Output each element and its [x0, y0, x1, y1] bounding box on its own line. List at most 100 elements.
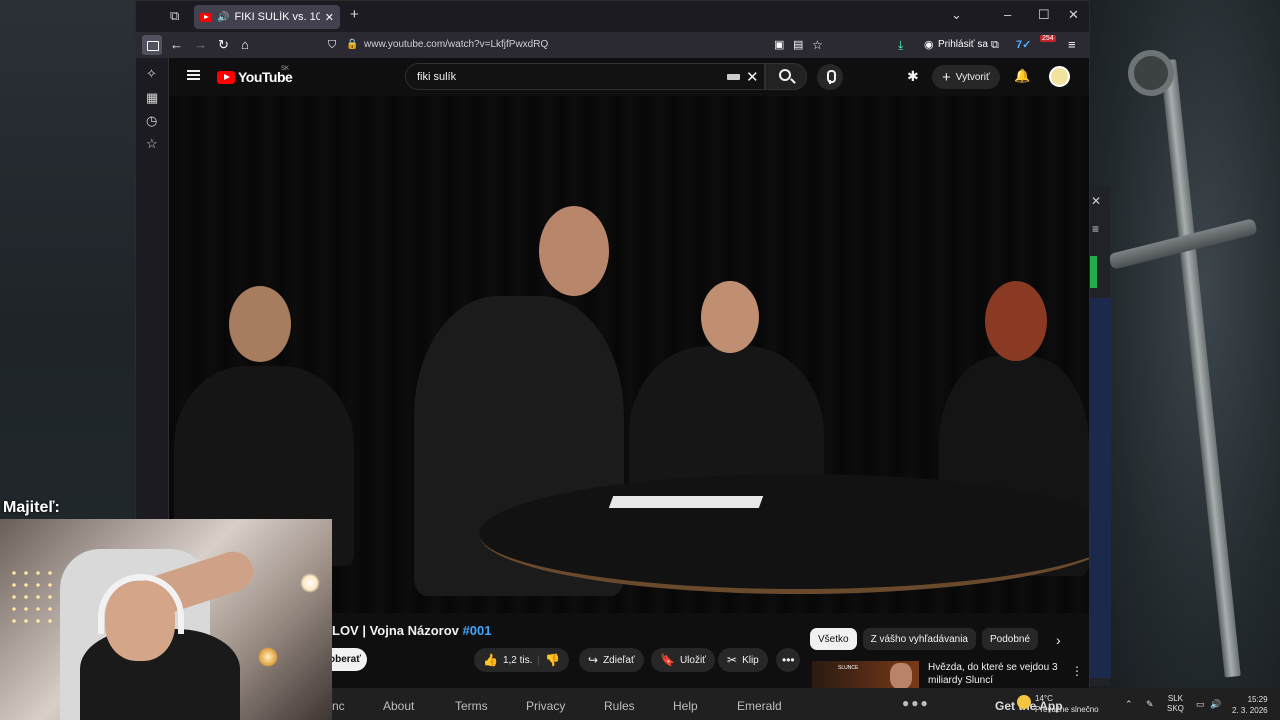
volume-icon[interactable]: 🔊	[1210, 699, 1221, 710]
clear-search-icon[interactable]: ✕	[746, 68, 759, 86]
tab-bar: ⧉ 🔊 FIKI SULÍK vs. 10 LIBERÁLOV ✕ + ⌄ – …	[136, 1, 1089, 32]
clock[interactable]: 15:29 2. 3. 2026	[1232, 694, 1268, 716]
maximize-icon[interactable]: ☐	[1038, 7, 1050, 23]
language-indicator[interactable]: SLK SKQ	[1167, 694, 1184, 714]
save-button[interactable]: 🔖 Uložiť	[651, 648, 715, 672]
download-icon[interactable]: ⤓	[898, 37, 903, 53]
lamp	[258, 647, 278, 667]
footer-link-0[interactable]: nc	[332, 699, 345, 713]
recommended-title[interactable]: Hvězda, do které se vejdou 3 miliardy Sl…	[928, 661, 1063, 687]
lang-top: SLK	[1167, 694, 1184, 703]
signin-button[interactable]: Prihlásiť sa	[938, 39, 988, 50]
thumbs-down-icon[interactable]: 👎	[545, 653, 560, 667]
tab-overview-icon[interactable]: ⧉	[170, 8, 179, 24]
video-title-text: LOV | Vojna Názorov	[332, 623, 459, 638]
notifications-bell-icon[interactable]: 🔔	[1014, 68, 1030, 84]
picture-in-picture-icon[interactable]: ▣	[774, 37, 784, 53]
thumbs-up-icon: 👍	[483, 653, 498, 667]
search-icon	[779, 69, 791, 81]
ai-sparkle-icon[interactable]: ✧	[146, 66, 157, 82]
reader-view-icon[interactable]: ▤	[793, 37, 803, 53]
youtube-favicon-icon	[200, 12, 212, 22]
sparkle-icon[interactable]: ✱	[907, 68, 919, 85]
footer-link-terms[interactable]: Terms	[455, 699, 488, 713]
green-strip	[1089, 256, 1097, 288]
scissors-icon: ✂	[727, 653, 738, 667]
clip-button[interactable]: ✂ Klip	[718, 648, 768, 672]
bookmark-star-icon[interactable]: ☆	[812, 37, 823, 53]
keyboard-icon[interactable]	[727, 74, 740, 80]
tray-expand-icon[interactable]: ⌃	[1125, 699, 1133, 710]
recommended-thumbnail[interactable]: SLUNCE	[812, 661, 919, 689]
chip-from-search[interactable]: Z vášho vyhľadávania	[862, 628, 976, 650]
like-button[interactable]: 👍 1,2 tis. | 👎	[474, 648, 569, 672]
plus-icon: +	[942, 68, 951, 86]
tab-title: FIKI SULÍK vs. 10 LIBERÁLOV	[234, 11, 320, 23]
tab-youtube[interactable]: 🔊 FIKI SULÍK vs. 10 LIBERÁLOV ✕	[194, 5, 340, 29]
menu-icon[interactable]: ≡	[1068, 37, 1076, 53]
account-icon[interactable]: ◉	[924, 37, 934, 53]
clip-label: Klip	[742, 654, 759, 666]
tab-close-icon[interactable]: ✕	[325, 11, 334, 24]
country-code: SK	[281, 66, 290, 72]
clock-date: 2. 3. 2026	[1232, 706, 1268, 715]
save-label: Uložiť	[679, 654, 706, 666]
home-icon[interactable]: ⌂	[241, 37, 249, 53]
reload-icon[interactable]: ↻	[218, 37, 229, 53]
video-hashtag[interactable]: #001	[463, 623, 492, 638]
lang-bottom: SKQ	[1167, 704, 1184, 713]
background-window-edge: ✕ ≡	[1088, 186, 1111, 686]
history-icon[interactable]: ◷	[146, 113, 157, 129]
forward-icon[interactable]: →	[194, 37, 207, 53]
synced-tabs-icon[interactable]: ▦	[146, 90, 158, 106]
person-right-head	[701, 281, 759, 353]
more-actions-button[interactable]: •••	[776, 648, 800, 672]
navigation-bar: ← → ↻ ⌂ ⛉ 🔒 www.youtube.com/watch?v=Lkfj…	[136, 32, 1089, 58]
footer-link-emerald[interactable]: Emerald	[737, 699, 782, 713]
more-horizontal-icon[interactable]: ●●●	[902, 696, 930, 710]
close-icon[interactable]: ✕	[1091, 194, 1101, 208]
url-field[interactable]: www.youtube.com/watch?v=LkfjfPwxdRQ	[364, 39, 548, 50]
extension-badge[interactable]: 254	[1040, 35, 1056, 42]
pen-icon[interactable]: ✎	[1146, 699, 1154, 710]
speaker-icon[interactable]: 🔊	[217, 12, 229, 23]
search-button[interactable]	[765, 63, 807, 90]
new-tab-icon[interactable]: +	[350, 6, 359, 23]
like-count: 1,2 tis.	[502, 654, 533, 666]
chip-all[interactable]: Všetko	[810, 628, 857, 650]
back-icon[interactable]: ←	[170, 37, 183, 53]
network-icon[interactable]: ▭	[1196, 699, 1205, 710]
close-window-icon[interactable]: ✕	[1068, 7, 1079, 23]
chip-related[interactable]: Podobné	[982, 628, 1039, 650]
footer-link-about[interactable]: About	[383, 699, 414, 713]
search-input[interactable]: fiki sulík ✕	[405, 63, 765, 90]
translate-extension-icon[interactable]: 7✓	[1016, 37, 1031, 53]
lock-icon[interactable]: 🔒	[346, 37, 358, 53]
weather-sun-icon	[1017, 695, 1031, 709]
youtube-logo[interactable]: YouTube SK	[217, 66, 293, 85]
taskbar: nc About Terms Privacy Rules Help Emeral…	[332, 688, 1280, 720]
shield-icon[interactable]: ⛉	[328, 37, 336, 53]
light-spot	[300, 573, 320, 593]
avatar[interactable]	[1049, 66, 1070, 87]
menu-icon[interactable]: ≡	[1092, 222, 1099, 236]
footer-link-rules[interactable]: Rules	[604, 699, 635, 713]
minimize-icon[interactable]: –	[1004, 7, 1011, 22]
create-button[interactable]: + Vytvoriť	[932, 65, 1000, 89]
paper-sheet	[608, 496, 764, 508]
hamburger-menu-icon[interactable]	[187, 70, 200, 80]
share-button[interactable]: ↪ Zdieľať	[579, 648, 644, 672]
footer-link-privacy[interactable]: Privacy	[526, 699, 565, 713]
extensions-icon[interactable]: ⧉	[991, 37, 999, 53]
video-title: LOV | Vojna Názorov #001	[332, 623, 491, 638]
chevron-down-icon[interactable]: ⌄	[951, 7, 962, 23]
bookmarks-icon[interactable]: ☆	[146, 136, 158, 152]
search-query: fiki sulík	[417, 71, 457, 83]
footer-link-help[interactable]: Help	[673, 699, 698, 713]
round-table	[479, 474, 1089, 594]
more-vertical-icon[interactable]: ⋮	[1071, 664, 1083, 678]
voice-search-button[interactable]	[817, 64, 843, 90]
sidebar-toggle-button[interactable]	[142, 35, 162, 55]
weather-widget[interactable]: 14°C Prevažne slnečno	[1035, 693, 1099, 715]
chevron-right-icon[interactable]: ›	[1056, 632, 1061, 648]
